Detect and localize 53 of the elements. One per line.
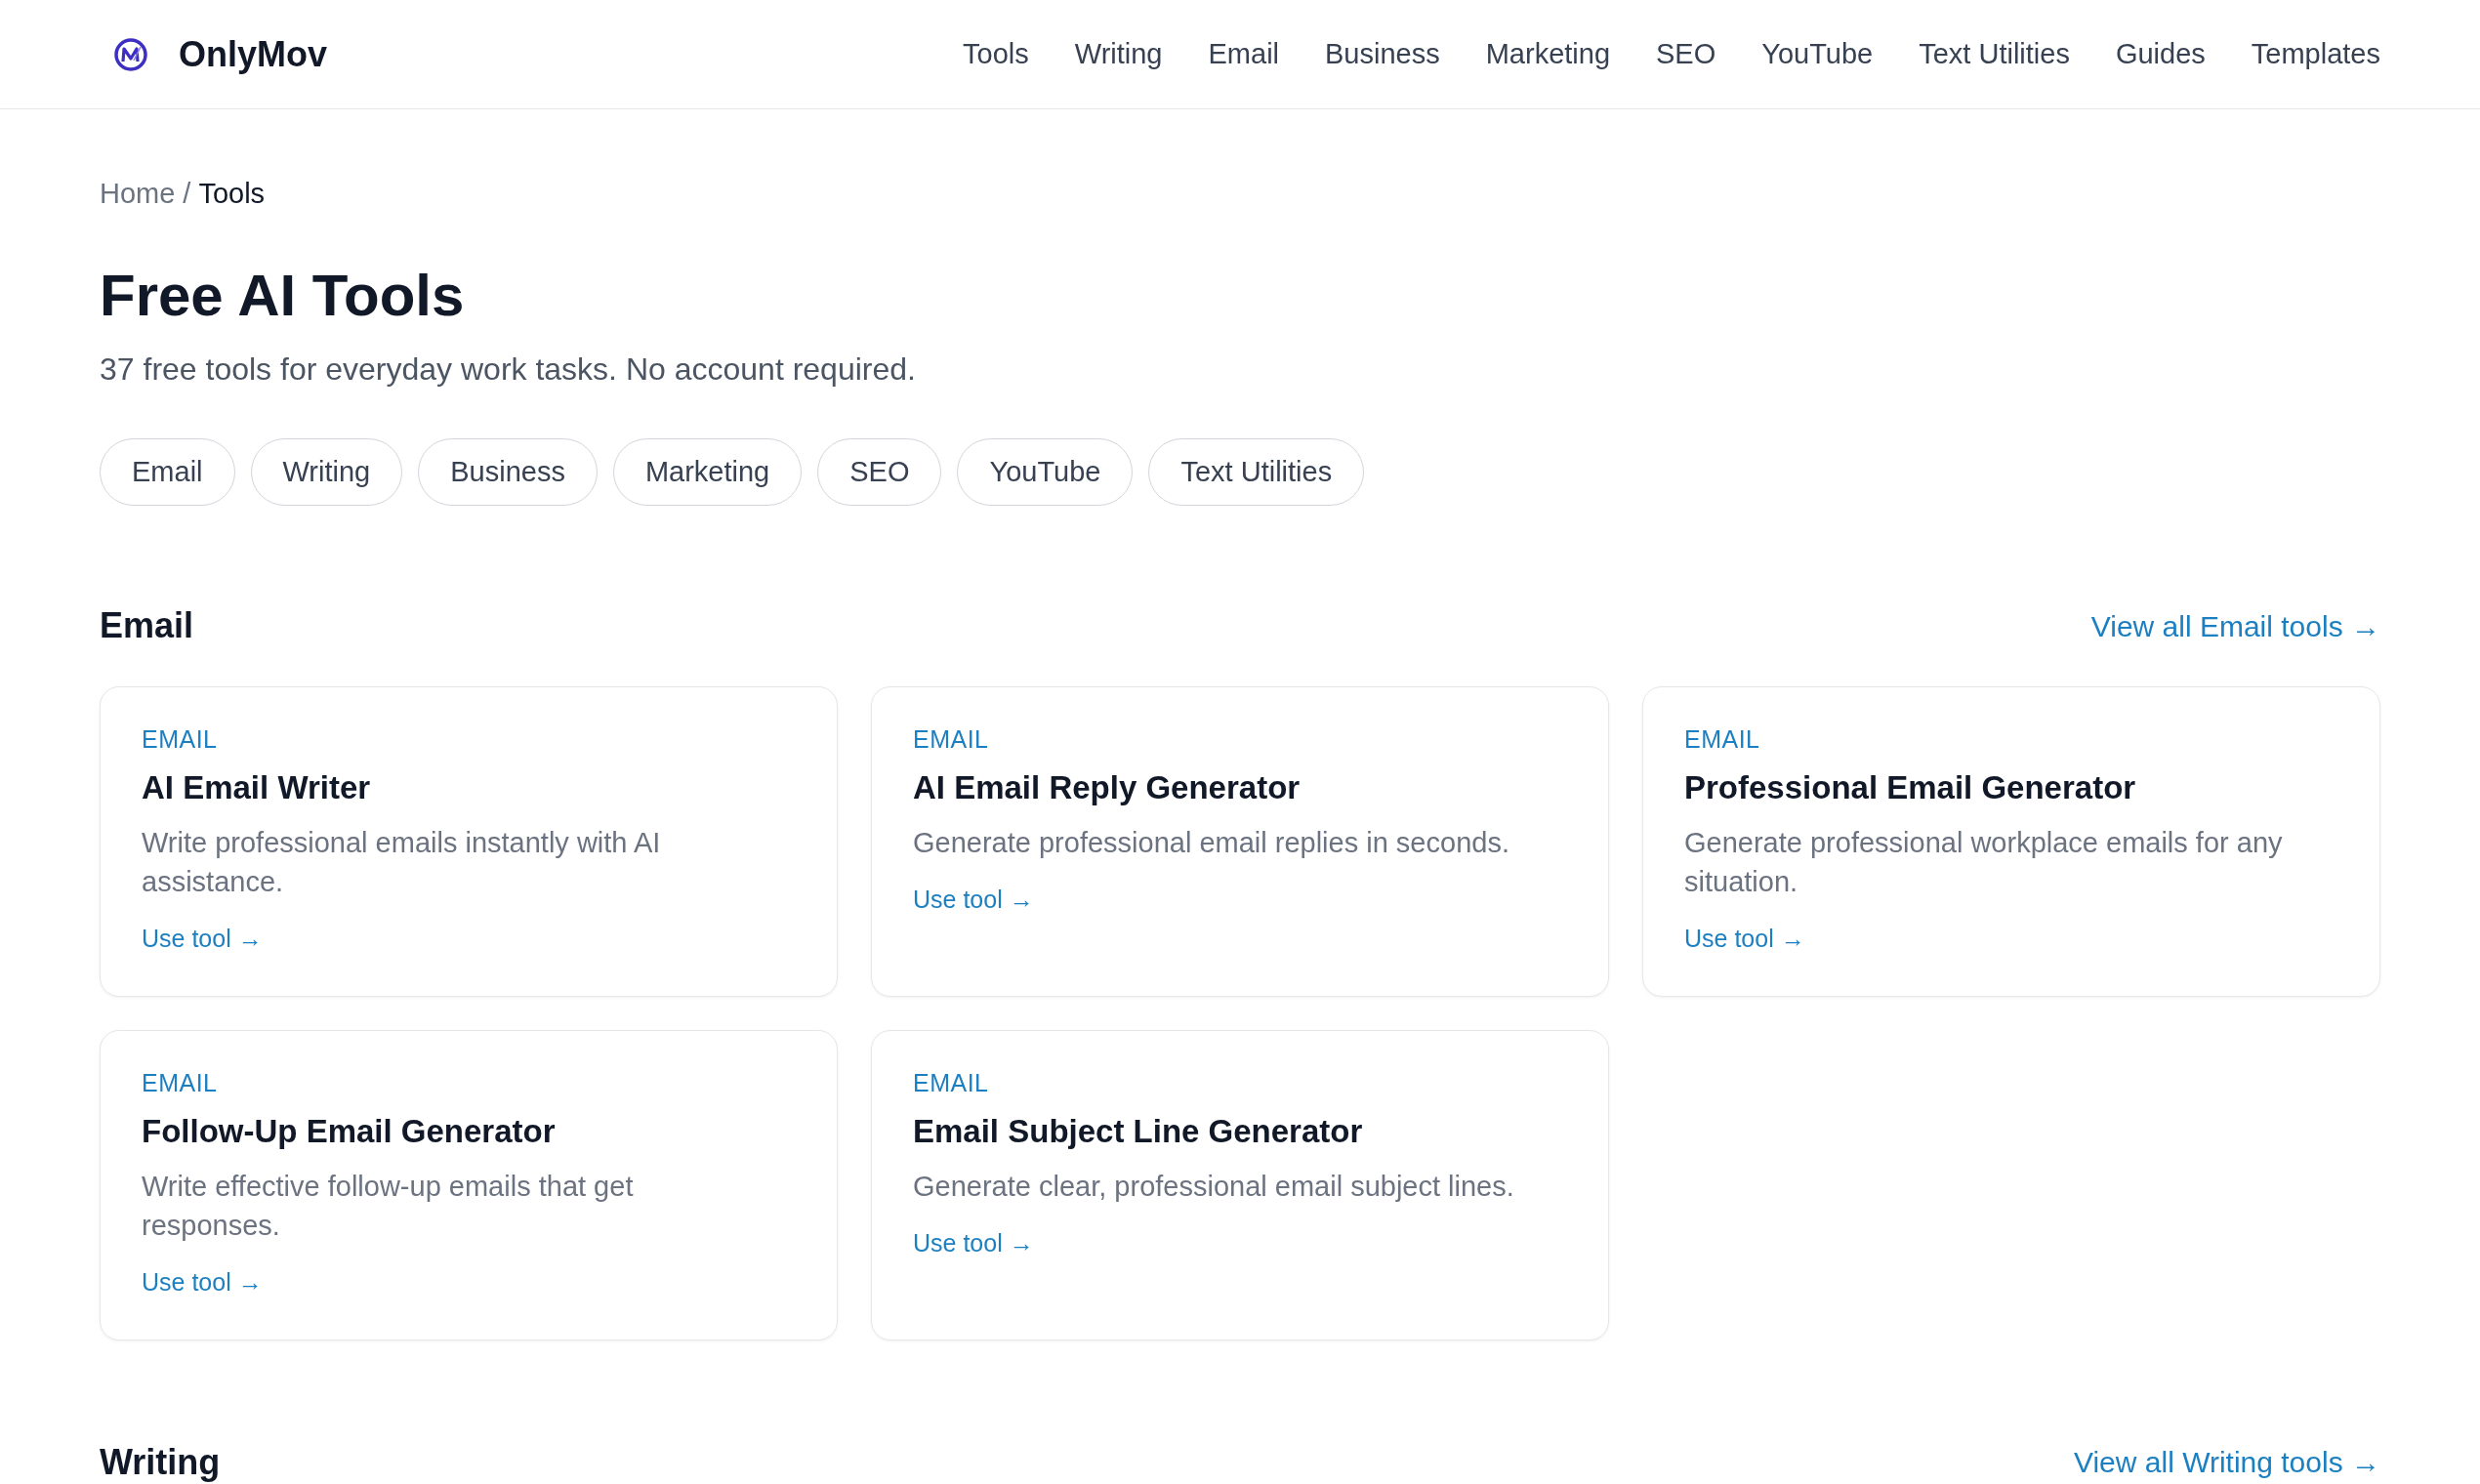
tool-card[interactable]: EMAIL Email Subject Line Generator Generate clear, professional email subject lines. Use tool → xyxy=(871,1029,1609,1340)
tool-title: Professional Email Generator xyxy=(1684,767,2136,807)
tool-card[interactable]: EMAIL Professional Email Generator Generate professional workplace emails for any situation. Use tool → xyxy=(1642,685,2380,997)
tool-title: AI Email Writer xyxy=(142,767,371,807)
filter-chip[interactable]: Text Utilities xyxy=(1148,438,1365,506)
tool-title: AI Email Reply Generator xyxy=(913,767,1301,807)
section-title: Writing xyxy=(100,1440,221,1484)
breadcrumb-separator: / xyxy=(183,177,191,211)
page-subtitle: 37 free tools for everyday work tasks. No account required. xyxy=(100,350,917,389)
category-label: EMAIL xyxy=(142,1067,218,1098)
tool-card[interactable]: EMAIL AI Email Writer Write professional emails instantly with AI assistance. Use tool → xyxy=(100,685,838,997)
nav-link[interactable]: SEO xyxy=(1656,35,1716,73)
section-title: Email xyxy=(100,604,194,647)
nav-link[interactable]: Templates xyxy=(2251,35,2380,73)
filter-chip[interactable]: Marketing xyxy=(612,438,803,506)
category-label: EMAIL xyxy=(913,1067,989,1098)
filter-chip[interactable]: Email xyxy=(100,438,235,506)
filter-chip[interactable]: Writing xyxy=(250,438,403,506)
use-tool-link[interactable]: Use tool → xyxy=(1684,921,1805,956)
tool-description: Write effective follow-up emails that get responses. xyxy=(142,1169,635,1243)
filter-chip[interactable]: YouTube xyxy=(957,438,1134,506)
view-all-link[interactable]: View all Email tools → xyxy=(2090,606,2380,645)
nav-link[interactable]: Marketing xyxy=(1485,35,1610,73)
tool-description: Generate professional email replies in seconds. xyxy=(913,825,1509,860)
breadcrumb-link[interactable]: Home xyxy=(100,174,176,214)
tool-card[interactable]: EMAIL AI Email Reply Generator Generate professional email replies in seconds. Use tool → xyxy=(871,685,1609,997)
tool-description: Write professional emails instantly with AI assistance. xyxy=(142,825,662,899)
category-label: EMAIL xyxy=(142,723,218,755)
tool-title: Email Subject Line Generator xyxy=(913,1111,1363,1151)
filter-chip[interactable]: Business xyxy=(418,438,598,506)
filter-chip[interactable]: SEO xyxy=(817,438,942,506)
category-label: EMAIL xyxy=(1684,723,1760,755)
use-tool-link[interactable]: Use tool → xyxy=(913,882,1034,917)
tool-card[interactable]: EMAIL Follow-Up Email Generator Write effective follow-up emails that get responses. Use tool → xyxy=(100,1029,838,1340)
nav-link[interactable]: Text Utilities xyxy=(1919,35,2070,73)
nav-link[interactable]: Business xyxy=(1325,35,1440,73)
tool-description: Generate clear, professional email subject lines. xyxy=(913,1169,1514,1204)
tool-title: Follow-Up Email Generator xyxy=(142,1111,556,1151)
use-tool-link[interactable]: Use tool → xyxy=(142,921,263,956)
nav-link[interactable]: Writing xyxy=(1074,35,1163,73)
page-title: Free AI Tools xyxy=(100,261,466,330)
view-all-link[interactable]: View all Writing tools → xyxy=(2074,1443,2380,1482)
use-tool-link[interactable]: Use tool → xyxy=(913,1225,1034,1260)
brand-name[interactable]: OnlyMov xyxy=(179,32,327,76)
use-tool-link[interactable]: Use tool → xyxy=(142,1264,263,1299)
category-label: EMAIL xyxy=(913,723,989,755)
logo-icon[interactable] xyxy=(114,37,147,71)
tool-description: Generate professional workplace emails for any situation. xyxy=(1684,825,2284,899)
nav-link[interactable]: Email xyxy=(1208,35,1279,73)
breadcrumb-current: Tools xyxy=(198,177,266,211)
nav-link[interactable]: Tools xyxy=(963,35,1029,73)
nav-link[interactable]: Guides xyxy=(2115,35,2206,73)
nav-link[interactable]: YouTube xyxy=(1761,35,1874,73)
